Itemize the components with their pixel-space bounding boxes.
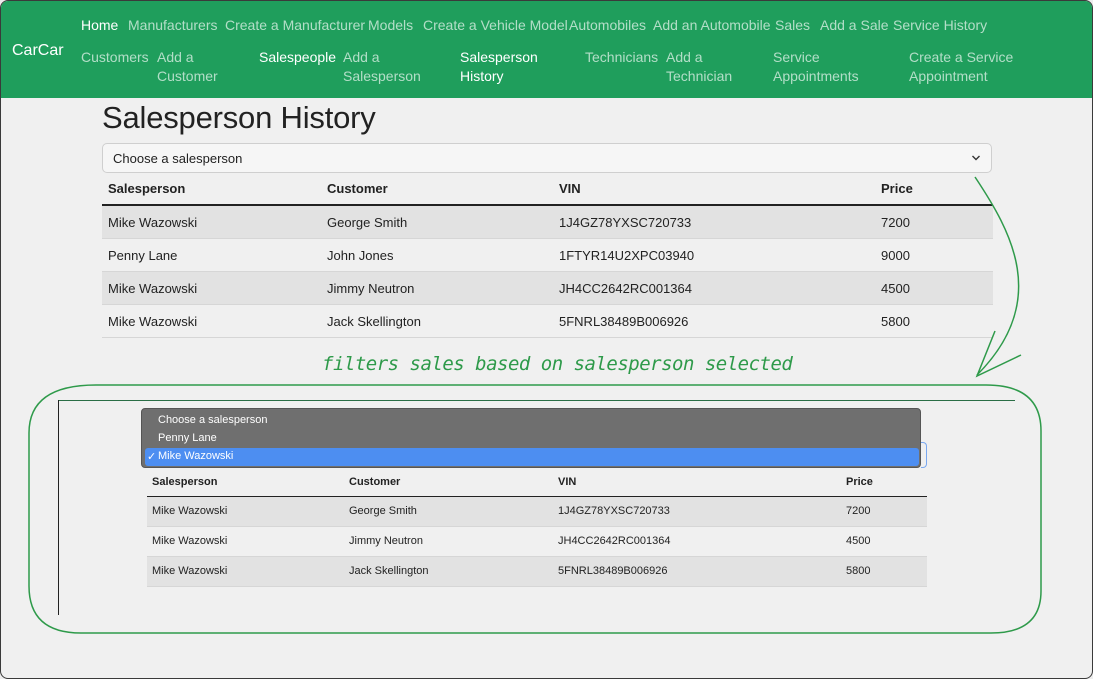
dropdown-option-label: Mike Wazowski bbox=[158, 450, 234, 462]
checkmark-icon: ✓ bbox=[147, 451, 157, 463]
dropdown-option-selected[interactable]: ✓ Mike Wazowski bbox=[145, 448, 919, 466]
cell-customer: Jack Skellington bbox=[344, 556, 553, 587]
cell-customer: Jimmy Neutron bbox=[344, 526, 553, 557]
salesperson-dropdown-menu: Choose a salesperson Penny Lane ✓ Mike W… bbox=[141, 408, 921, 468]
annotation-arrow bbox=[974, 176, 1020, 376]
cell-salesperson: Mike Wazowski bbox=[147, 496, 344, 527]
inset-sales-table: Salesperson Customer VIN Price Mike Wazo… bbox=[147, 468, 927, 587]
column-header: Salesperson bbox=[147, 468, 344, 497]
cell-customer: George Smith bbox=[344, 496, 553, 527]
browser-window: CarCar Home Manufacturers Create a Manuf… bbox=[0, 0, 1093, 679]
column-header: Customer bbox=[344, 468, 553, 497]
inset-edge bbox=[58, 400, 59, 615]
table-header-row: Salesperson Customer VIN Price bbox=[147, 468, 927, 497]
table-row: Mike Wazowski Jack Skellington 5FNRL3848… bbox=[147, 556, 927, 587]
cell-price: 4500 bbox=[841, 526, 927, 557]
cell-price: 7200 bbox=[841, 496, 927, 527]
cell-salesperson: Mike Wazowski bbox=[147, 526, 344, 557]
cell-salesperson: Mike Wazowski bbox=[147, 556, 344, 587]
dropdown-option[interactable]: Choose a salesperson bbox=[158, 414, 267, 426]
column-header: VIN bbox=[553, 468, 841, 497]
inset-select-edge bbox=[921, 442, 927, 468]
column-header: Price bbox=[841, 468, 927, 497]
cell-vin: 1J4GZ78YXSC720733 bbox=[553, 496, 841, 527]
arrow-head-icon bbox=[975, 330, 1022, 378]
table-row: Mike Wazowski Jimmy Neutron JH4CC2642RC0… bbox=[147, 526, 927, 557]
cell-vin: 5FNRL38489B006926 bbox=[553, 556, 841, 587]
cell-price: 5800 bbox=[841, 556, 927, 587]
dropdown-option[interactable]: Penny Lane bbox=[158, 432, 217, 444]
inset-divider bbox=[58, 400, 1015, 401]
table-row: Mike Wazowski George Smith 1J4GZ78YXSC72… bbox=[147, 496, 927, 527]
cell-vin: JH4CC2642RC001364 bbox=[553, 526, 841, 557]
